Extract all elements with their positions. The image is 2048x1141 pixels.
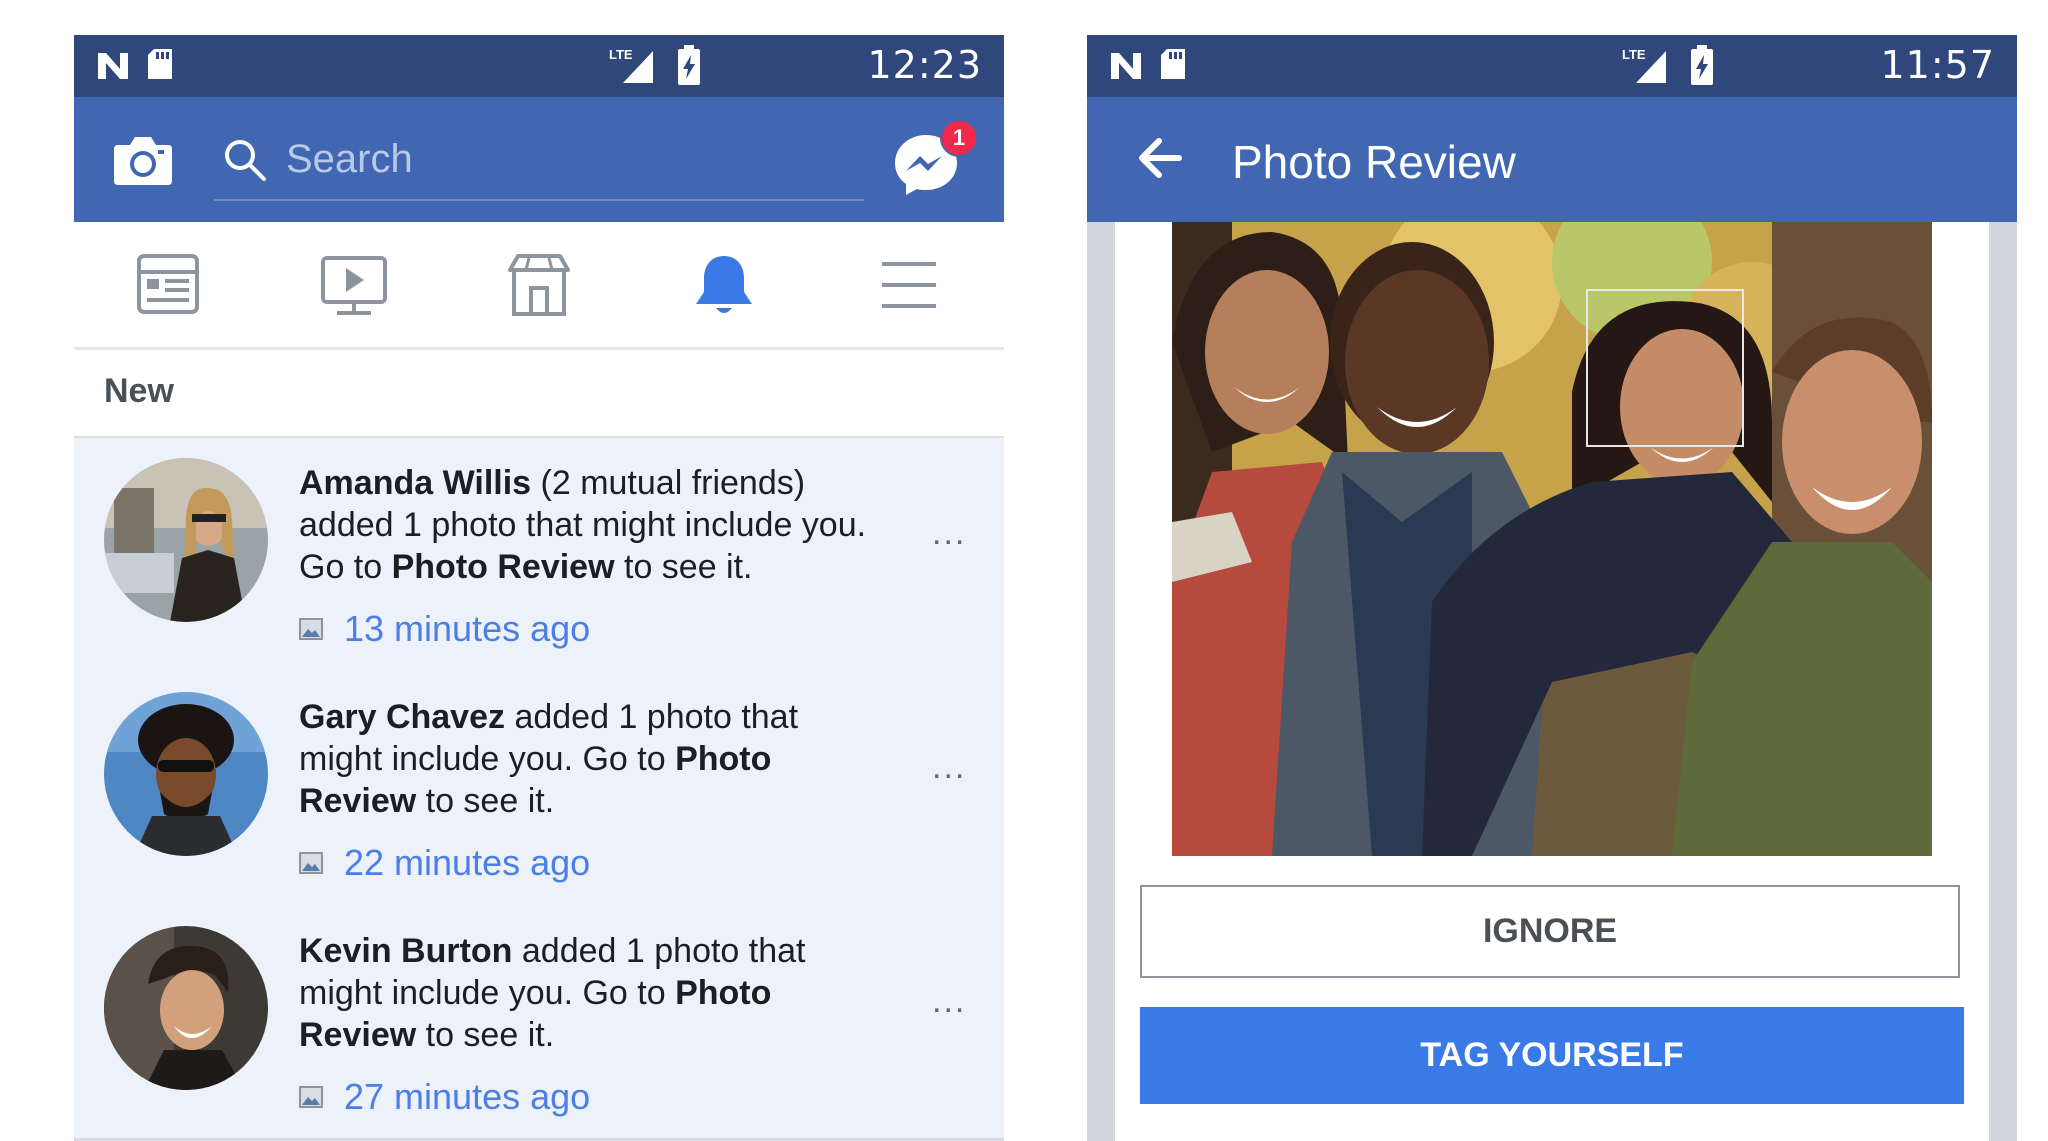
- notification-item[interactable]: Kevin Burton added 1 photo that might in…: [74, 906, 1004, 1140]
- lte-signal-icon: LTE: [1622, 47, 1666, 83]
- ignore-button[interactable]: IGNORE: [1140, 885, 1960, 978]
- photo-icon: [299, 1086, 323, 1108]
- more-options-icon[interactable]: ...: [932, 984, 972, 1018]
- more-options-icon[interactable]: ...: [932, 516, 972, 550]
- news-feed-icon[interactable]: [134, 250, 204, 320]
- photo-review-screen: LTE 11:57 Photo Review IGNORE TAG YOURSE…: [1087, 35, 2017, 1141]
- back-arrow-icon[interactable]: [1137, 137, 1183, 179]
- status-bar: LTE 11:57: [1087, 35, 2017, 97]
- avatar: [104, 458, 268, 622]
- nougat-logo-icon: [1111, 53, 1141, 79]
- battery-charging-icon: [1691, 45, 1713, 85]
- top-bar: Search 1: [74, 97, 1004, 222]
- notification-text: Kevin Burton added 1 photo that might in…: [299, 932, 806, 1054]
- search-placeholder: Search: [286, 137, 413, 181]
- sd-card-icon: [148, 49, 172, 79]
- status-time: 11:57: [1880, 43, 1995, 87]
- app-bar: Photo Review: [1087, 97, 2017, 222]
- group-photo: [1172, 222, 1932, 856]
- notification-item[interactable]: Gary Chavez added 1 photo that might inc…: [74, 672, 1004, 906]
- nougat-logo-icon: [98, 53, 128, 79]
- tab-bar: [74, 222, 1004, 350]
- search-input[interactable]: Search: [214, 127, 864, 201]
- notification-list: Amanda Willis (2 mutual friends) added 1…: [74, 438, 1004, 1138]
- battery-charging-icon: [678, 45, 700, 85]
- status-time: 12:23: [867, 43, 982, 87]
- photo-review-card: IGNORE TAG YOURSELF: [1115, 222, 1989, 1141]
- svg-text:LTE: LTE: [609, 47, 633, 62]
- section-title: New: [104, 372, 174, 410]
- marketplace-icon[interactable]: [504, 250, 574, 320]
- page-title: Photo Review: [1232, 136, 1516, 188]
- tag-yourself-button[interactable]: TAG YOURSELF: [1140, 1007, 1964, 1104]
- sd-card-icon: [1161, 49, 1185, 79]
- notification-text: Gary Chavez added 1 photo that might inc…: [299, 698, 799, 820]
- search-icon: [225, 140, 266, 181]
- notifications-screen: LTE 12:23 Search 1 New Amanda Willis (2 …: [74, 35, 1004, 1141]
- messenger-badge: 1: [940, 119, 978, 157]
- notification-text: Amanda Willis (2 mutual friends) added 1…: [299, 464, 867, 586]
- more-options-icon[interactable]: ...: [932, 750, 972, 784]
- photo-icon: [299, 852, 323, 874]
- notifications-bell-icon[interactable]: [689, 250, 759, 320]
- section-header: New: [74, 350, 1004, 438]
- avatar: [104, 926, 268, 1090]
- svg-text:LTE: LTE: [1622, 47, 1646, 62]
- photo-icon: [299, 618, 323, 640]
- lte-signal-icon: LTE: [609, 47, 653, 83]
- camera-icon[interactable]: [112, 131, 174, 187]
- avatar: [104, 692, 268, 856]
- watch-icon[interactable]: [319, 250, 389, 320]
- status-bar: LTE 12:23: [74, 35, 1004, 97]
- menu-icon[interactable]: [874, 250, 944, 320]
- notification-item[interactable]: Amanda Willis (2 mutual friends) added 1…: [74, 438, 1004, 672]
